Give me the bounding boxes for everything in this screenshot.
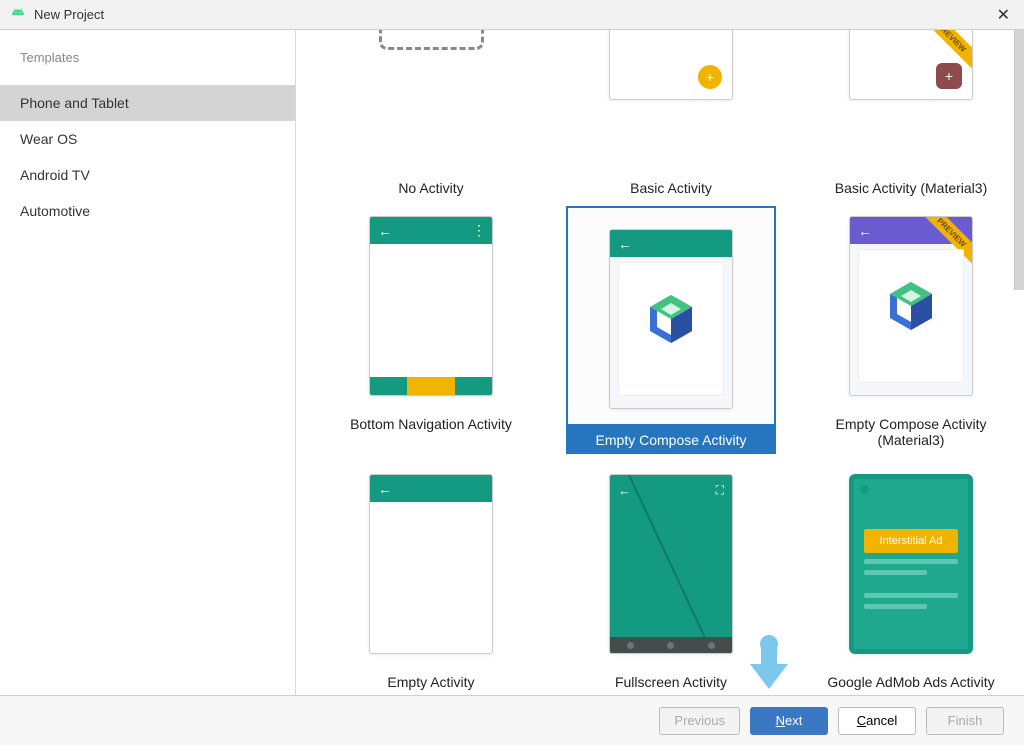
template-label: Empty Activity — [326, 674, 536, 690]
template-label: Empty Compose Activity (Material3) — [806, 416, 1016, 448]
sidebar: Templates Phone and Tablet Wear OS Andro… — [0, 30, 296, 695]
compose-logo-icon — [647, 293, 695, 345]
sidebar-item-label: Android TV — [20, 167, 90, 183]
sidebar-heading: Templates — [0, 30, 295, 85]
appbar: ← — [610, 230, 732, 257]
template-label: Google AdMob Ads Activity — [806, 674, 1016, 690]
next-button[interactable]: Next — [750, 707, 828, 735]
back-icon: ← — [618, 236, 632, 252]
scrollbar[interactable] — [1014, 30, 1024, 290]
back-icon: ← — [618, 483, 631, 498]
sidebar-item-android-tv[interactable]: Android TV — [0, 157, 295, 193]
template-fullscreen[interactable]: ← ⛶ — [566, 464, 776, 664]
template-basic-activity[interactable]: + — [566, 30, 776, 170]
sidebar-item-label: Automotive — [20, 203, 90, 219]
sidebar-item-label: Wear OS — [20, 131, 77, 147]
system-nav-icon — [610, 637, 732, 653]
template-grid: No Activity + Basic Activity PREVIEW + — [296, 30, 1024, 695]
compose-logo-icon — [887, 280, 935, 332]
menu-icon: ⋮ — [472, 222, 484, 239]
template-label: Bottom Navigation Activity — [326, 416, 536, 432]
window-title: New Project — [34, 7, 993, 22]
template-label-selected: Empty Compose Activity — [566, 426, 776, 454]
android-icon — [10, 7, 26, 23]
fab-icon: + — [936, 63, 962, 89]
sidebar-item-label: Phone and Tablet — [20, 95, 129, 111]
sidebar-item-automotive[interactable]: Automotive — [0, 193, 295, 229]
template-empty-activity[interactable]: ← — [326, 464, 536, 664]
dashed-outline-icon — [379, 30, 484, 50]
bottom-nav-icon — [370, 377, 492, 395]
template-basic-activity-m3[interactable]: PREVIEW + — [806, 30, 1016, 170]
appbar: ← — [370, 475, 492, 502]
template-no-activity[interactable] — [326, 30, 536, 170]
back-icon: ← — [378, 481, 392, 497]
back-icon: ← — [378, 223, 392, 239]
fullscreen-icon: ⛶ — [716, 483, 724, 498]
template-label: No Activity — [326, 180, 536, 196]
template-label: Fullscreen Activity — [566, 674, 776, 690]
sidebar-item-phone-tablet[interactable]: Phone and Tablet — [0, 85, 295, 121]
footer: Previous Next Cancel Finish — [0, 695, 1024, 745]
template-empty-compose[interactable]: ← — [566, 206, 776, 426]
template-admob[interactable]: Interstitial Ad — [806, 464, 1016, 664]
titlebar: New Project ✕ — [0, 0, 1024, 30]
finish-button[interactable]: Finish — [926, 707, 1004, 735]
previous-button[interactable]: Previous — [659, 707, 740, 735]
template-bottom-navigation[interactable]: ← ⋮ — [326, 206, 536, 406]
ad-label: Interstitial Ad — [864, 529, 958, 553]
close-icon[interactable]: ✕ — [993, 5, 1014, 25]
appbar: ← ⋮ — [370, 217, 492, 244]
back-icon: ← — [858, 223, 872, 239]
sidebar-item-wear-os[interactable]: Wear OS — [0, 121, 295, 157]
template-label: Basic Activity (Material3) — [806, 180, 1016, 196]
cancel-button[interactable]: Cancel — [838, 707, 916, 735]
fab-icon: + — [698, 65, 722, 89]
template-label: Basic Activity — [566, 180, 776, 196]
fullscreen-topbar: ← ⛶ — [610, 475, 732, 506]
template-empty-compose-m3[interactable]: ← PREVIEW — [806, 206, 1016, 406]
